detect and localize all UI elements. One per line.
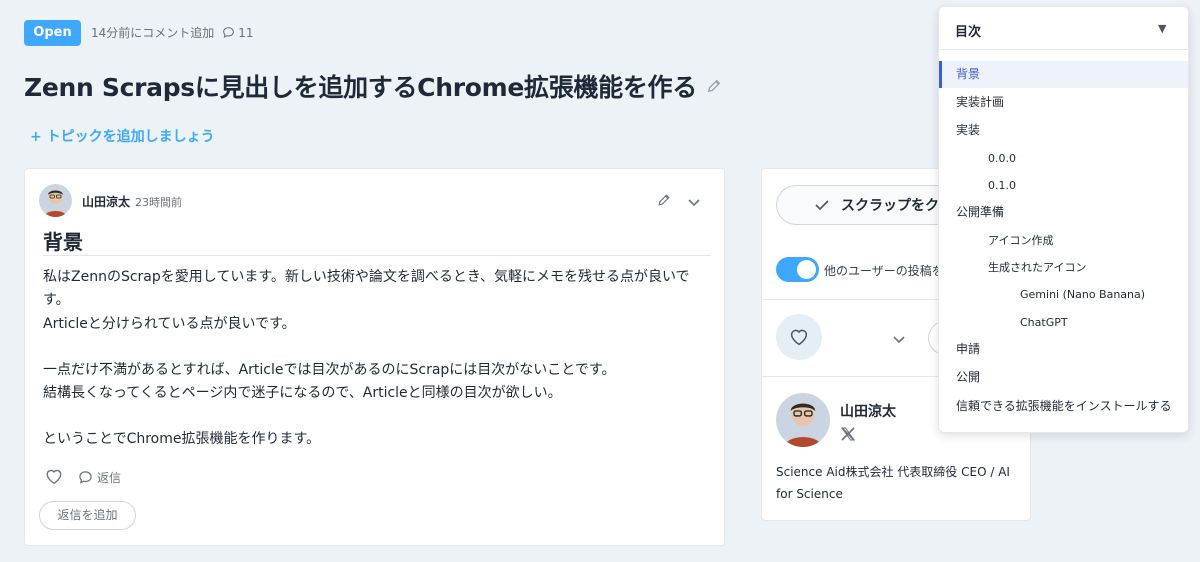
page-title-text: Zenn Scrapsに見出しを追加するChrome拡張機能を作る — [24, 73, 697, 102]
add-reply-button[interactable]: 返信を追加 — [39, 501, 136, 530]
check-icon — [815, 200, 829, 211]
toc-item[interactable]: 申請 — [939, 336, 1188, 363]
post-time: 23時間前 — [135, 196, 182, 209]
post-card: 山田涼太 23時間前 背景 私はZennのScrapを愛用しています。新しい技術… — [24, 168, 725, 546]
status-badge: Open — [24, 20, 81, 46]
allow-posts-toggle[interactable] — [776, 257, 819, 282]
post-body: 私はZennのScrapを愛用しています。新しい技術や論文を調べるとき、気軽にメ… — [43, 266, 715, 452]
toc-item[interactable]: Gemini (Nano Banana) — [939, 281, 1188, 308]
toc-item[interactable]: 0.1.0 — [939, 172, 1188, 199]
like-scrap-button[interactable] — [776, 314, 822, 360]
toc-title: 目次 — [955, 25, 982, 40]
toc-item[interactable]: 0.0.0 — [939, 145, 1188, 172]
profile-bio: Science Aid株式会社 代表取締役 CEO / AI for Scien… — [776, 465, 1010, 501]
comment-count: 11 — [222, 25, 254, 40]
toc-item[interactable]: ChatGPT — [939, 309, 1188, 336]
reply-label: 返信 — [97, 471, 122, 485]
toc-header[interactable]: 目次 ▼ — [939, 7, 1188, 50]
toc-item[interactable]: 実装計画 — [939, 89, 1188, 116]
heading-divider — [43, 255, 711, 256]
toc-item[interactable]: 信頼できる拡張機能をインストールする — [939, 393, 1188, 420]
paragraph: 私はZennのScrapを愛用しています。新しい技術や論文を調べるとき、気軽にメ… — [43, 269, 690, 309]
paragraph: 一点だけ不満があるとすれば、Articleでは目次があるのにScrapには目次が… — [43, 361, 616, 378]
add-topic-link[interactable]: + トピックを追加しましょう — [30, 126, 215, 146]
caret-down-icon[interactable]: ▼ — [1158, 22, 1166, 35]
toc-item[interactable]: アイコン作成 — [939, 227, 1188, 254]
toc-item[interactable]: 生成されたアイコン — [939, 254, 1188, 281]
author-name[interactable]: 山田涼太 — [82, 193, 130, 210]
avatar[interactable] — [39, 184, 72, 217]
paragraph: Articleと分けられている点が良いです。 — [43, 315, 296, 332]
chevron-down-icon[interactable] — [687, 194, 701, 213]
toc-item[interactable]: 背景 — [939, 61, 1188, 88]
avatar[interactable] — [776, 393, 830, 447]
paragraph: 結構長くなってくるとページ内で迷子になるので、Articleと同様の目次が欲しい… — [43, 385, 562, 402]
comment-icon — [79, 471, 92, 484]
toc-item[interactable]: 実装 — [939, 117, 1188, 144]
heart-icon — [46, 469, 62, 485]
chevron-down-icon[interactable] — [892, 331, 906, 350]
profile-name[interactable]: 山田涼太 — [840, 401, 896, 421]
like-button[interactable] — [45, 468, 63, 489]
post-heading: 背景 — [43, 230, 83, 254]
close-scrap-label: スクラップをクロ — [841, 198, 953, 214]
toc-item[interactable]: 公開 — [939, 364, 1188, 391]
comment-icon — [223, 27, 235, 38]
comment-count-value: 11 — [238, 25, 254, 40]
last-comment-time: 14分前にコメント追加 — [91, 26, 215, 40]
reply-button[interactable]: 返信 — [78, 469, 121, 486]
paragraph: ということでChrome拡張機能を作ります。 — [43, 431, 321, 448]
edit-icon[interactable] — [656, 192, 672, 212]
heart-icon — [790, 329, 808, 346]
page-title: Zenn Scrapsに見出しを追加するChrome拡張機能を作る — [24, 68, 723, 104]
edit-title-icon[interactable] — [705, 77, 723, 95]
x-icon[interactable] — [840, 426, 856, 446]
toc-panel: 目次 ▼ 背景 実装計画 実装 0.0.0 0.1.0 公開準備 アイコン作成 生成されたアイ… — [938, 6, 1189, 433]
toggle-label: 他のユーザーの投稿を — [824, 264, 944, 278]
toc-item[interactable]: 公開準備 — [939, 199, 1188, 226]
post-meta: 14分前にコメント追加 11 — [91, 24, 254, 41]
